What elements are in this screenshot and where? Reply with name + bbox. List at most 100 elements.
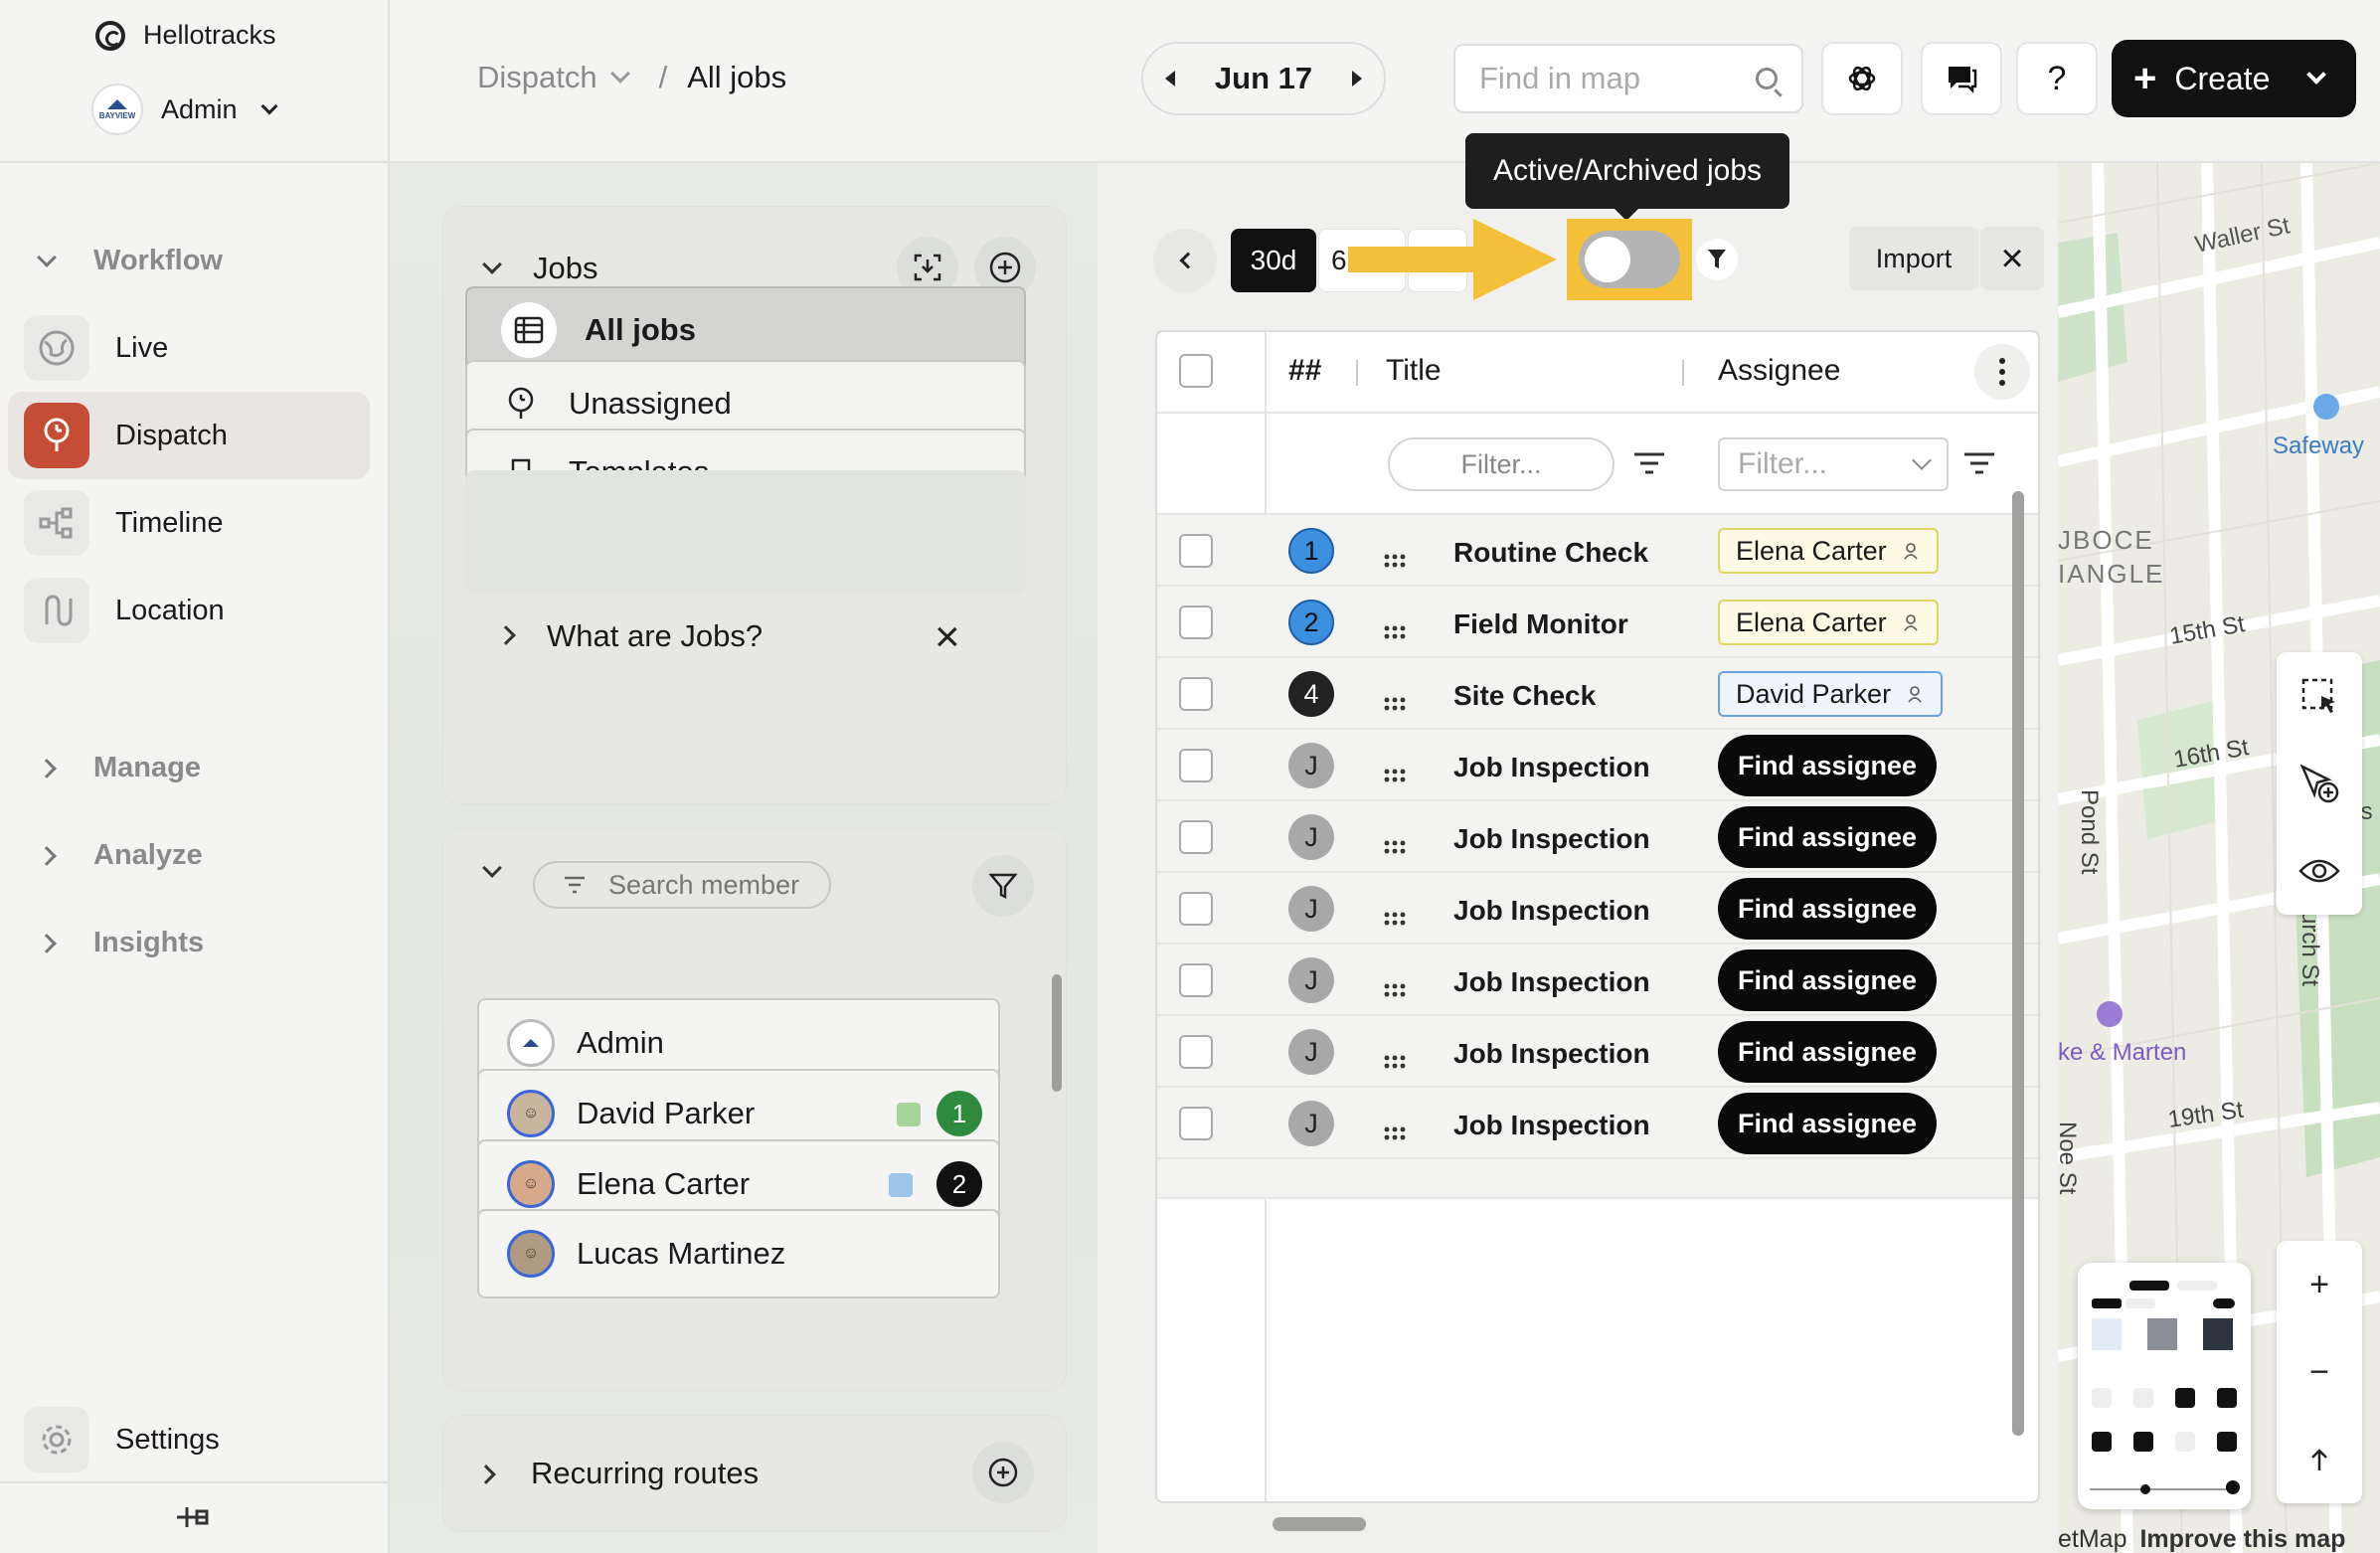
job-title[interactable]: Site Check — [1453, 680, 1596, 712]
jobs-header[interactable]: Jobs — [482, 251, 597, 286]
col-header-title[interactable]: Title — [1386, 354, 1442, 388]
row-checkbox[interactable] — [1179, 677, 1213, 711]
table-row[interactable]: 2 Field Monitor Elena Carter — [1157, 587, 2038, 658]
section-insights[interactable]: Insights — [37, 927, 204, 959]
select-area-icon[interactable] — [2277, 652, 2362, 740]
column-resizer[interactable] — [1682, 360, 1684, 386]
row-checkbox[interactable] — [1179, 1035, 1213, 1069]
map-layers-preview[interactable] — [2078, 1263, 2251, 1509]
job-title[interactable]: Job Inspection — [1453, 752, 1650, 783]
drag-handle-icon[interactable] — [1384, 614, 1406, 646]
table-row[interactable]: J Job Inspection Find assignee — [1157, 873, 2038, 945]
add-route-icon[interactable] — [972, 1442, 1034, 1503]
drag-handle-icon[interactable] — [1384, 543, 1406, 575]
assignee-chip[interactable]: Elena Carter — [1718, 528, 1939, 574]
north-arrow-icon[interactable] — [2277, 1416, 2362, 1503]
chevron-down-icon[interactable] — [2306, 65, 2327, 85]
job-title[interactable]: Job Inspection — [1453, 966, 1650, 998]
recurring-routes-card[interactable]: Recurring routes — [443, 1416, 1066, 1531]
assignee-chip[interactable]: Elena Carter — [1718, 600, 1939, 645]
job-title[interactable]: Job Inspection — [1453, 895, 1650, 927]
table-row[interactable]: J Job Inspection Find assignee — [1157, 801, 2038, 873]
chevron-down-icon[interactable] — [482, 858, 502, 878]
drag-handle-icon[interactable] — [1384, 686, 1406, 718]
drag-handle-icon[interactable] — [1384, 901, 1406, 933]
section-analyze[interactable]: Analyze — [37, 839, 203, 872]
nav-settings[interactable]: Settings — [8, 1396, 370, 1483]
assignee-filter-icon[interactable] — [1962, 451, 1996, 475]
account-switcher[interactable]: BAYVIEW Admin — [91, 84, 278, 135]
add-location-icon[interactable] — [2277, 740, 2362, 827]
assignee-filter-select[interactable]: Filter... — [1718, 437, 1949, 491]
nav-dispatch[interactable]: Dispatch — [8, 392, 370, 479]
row-checkbox[interactable] — [1179, 534, 1213, 568]
close-table-button[interactable]: × — [1980, 227, 2044, 290]
improve-map-link[interactable]: Improve this map — [2139, 1525, 2345, 1553]
brand[interactable]: Hellotracks — [95, 20, 276, 51]
search-member-input[interactable]: Search member — [533, 861, 831, 909]
title-filter-icon[interactable] — [1632, 451, 1666, 475]
table-vertical-scrollbar[interactable] — [2012, 491, 2024, 1436]
find-assignee-button[interactable]: Find assignee — [1718, 1093, 1938, 1154]
row-checkbox[interactable] — [1179, 605, 1213, 639]
member-lucas-martinez[interactable]: ☺ Lucas Martinez — [477, 1209, 1000, 1298]
section-workflow[interactable]: Workflow — [37, 245, 223, 277]
row-checkbox[interactable] — [1179, 820, 1213, 854]
drag-handle-icon[interactable] — [1384, 972, 1406, 1004]
eye-icon[interactable] — [2277, 827, 2362, 915]
drag-handle-icon[interactable] — [1384, 1044, 1406, 1076]
job-title[interactable]: Field Monitor — [1453, 608, 1628, 640]
drag-handle-icon[interactable] — [1384, 758, 1406, 789]
table-horizontal-scrollbar[interactable] — [1273, 1517, 1366, 1531]
table-row[interactable] — [1157, 1159, 2038, 1199]
assignee-chip[interactable]: David Parker — [1718, 671, 1944, 717]
chat-button[interactable] — [1921, 42, 2002, 115]
job-title[interactable]: Job Inspection — [1453, 1038, 1650, 1070]
job-title[interactable]: Job Inspection — [1453, 1110, 1650, 1141]
close-icon[interactable]: × — [935, 612, 960, 662]
filter-icon[interactable] — [972, 855, 1034, 917]
table-row[interactable]: J Job Inspection Find assignee — [1157, 1088, 2038, 1159]
row-checkbox[interactable] — [1179, 1107, 1213, 1140]
active-archived-toggle[interactable] — [1579, 231, 1680, 288]
table-row[interactable]: J Job Inspection Find assignee — [1157, 730, 2038, 801]
range-30d[interactable]: 30d — [1231, 229, 1316, 292]
row-checkbox[interactable] — [1179, 892, 1213, 926]
drag-handle-icon[interactable] — [1384, 1116, 1406, 1147]
members-scrollbar[interactable] — [1052, 974, 1062, 1092]
col-header-assignee[interactable]: Assignee — [1718, 354, 1840, 388]
chevron-down-icon[interactable] — [609, 64, 630, 84]
table-row[interactable]: 1 Routine Check Elena Carter — [1157, 515, 2038, 587]
title-filter-input[interactable]: Filter... — [1388, 437, 1615, 491]
job-title[interactable]: Routine Check — [1453, 537, 1648, 569]
row-checkbox[interactable] — [1179, 749, 1213, 782]
find-in-map-input[interactable]: Find in map — [1453, 44, 1803, 113]
find-assignee-button[interactable]: Find assignee — [1718, 806, 1938, 868]
breadcrumb-dispatch[interactable]: Dispatch — [477, 60, 597, 95]
find-assignee-button[interactable]: Find assignee — [1718, 949, 1938, 1011]
import-button[interactable]: Import — [1849, 227, 1978, 290]
section-manage[interactable]: Manage — [37, 752, 201, 784]
pin-sidebar-icon[interactable] — [171, 1499, 215, 1544]
zoom-out-button[interactable]: − — [2277, 1328, 2362, 1416]
select-all-checkbox[interactable] — [1179, 354, 1213, 388]
find-assignee-button[interactable]: Find assignee — [1718, 878, 1938, 940]
nav-location[interactable]: Location — [8, 567, 370, 654]
ai-assistant-button[interactable] — [1821, 42, 1903, 115]
more-options-icon[interactable] — [1974, 344, 2030, 400]
help-button[interactable]: ? — [2016, 42, 2098, 115]
range-prev-button[interactable] — [1153, 229, 1217, 292]
next-day-icon[interactable] — [1352, 71, 1362, 86]
row-checkbox[interactable] — [1179, 963, 1213, 997]
table-row[interactable]: J Job Inspection Find assignee — [1157, 945, 2038, 1016]
nav-timeline[interactable]: Timeline — [8, 479, 370, 567]
find-assignee-button[interactable]: Find assignee — [1718, 735, 1938, 796]
chevron-down-icon[interactable] — [482, 255, 502, 274]
what-are-jobs-row[interactable]: What are Jobs? × — [465, 589, 1026, 712]
job-title[interactable]: Job Inspection — [1453, 823, 1650, 855]
drag-handle-icon[interactable] — [1384, 829, 1406, 861]
col-header-number[interactable]: ## — [1288, 354, 1321, 388]
current-date[interactable]: Jun 17 — [1215, 61, 1312, 96]
nav-live[interactable]: Live — [8, 304, 370, 392]
filter-icon[interactable] — [1696, 239, 1738, 280]
